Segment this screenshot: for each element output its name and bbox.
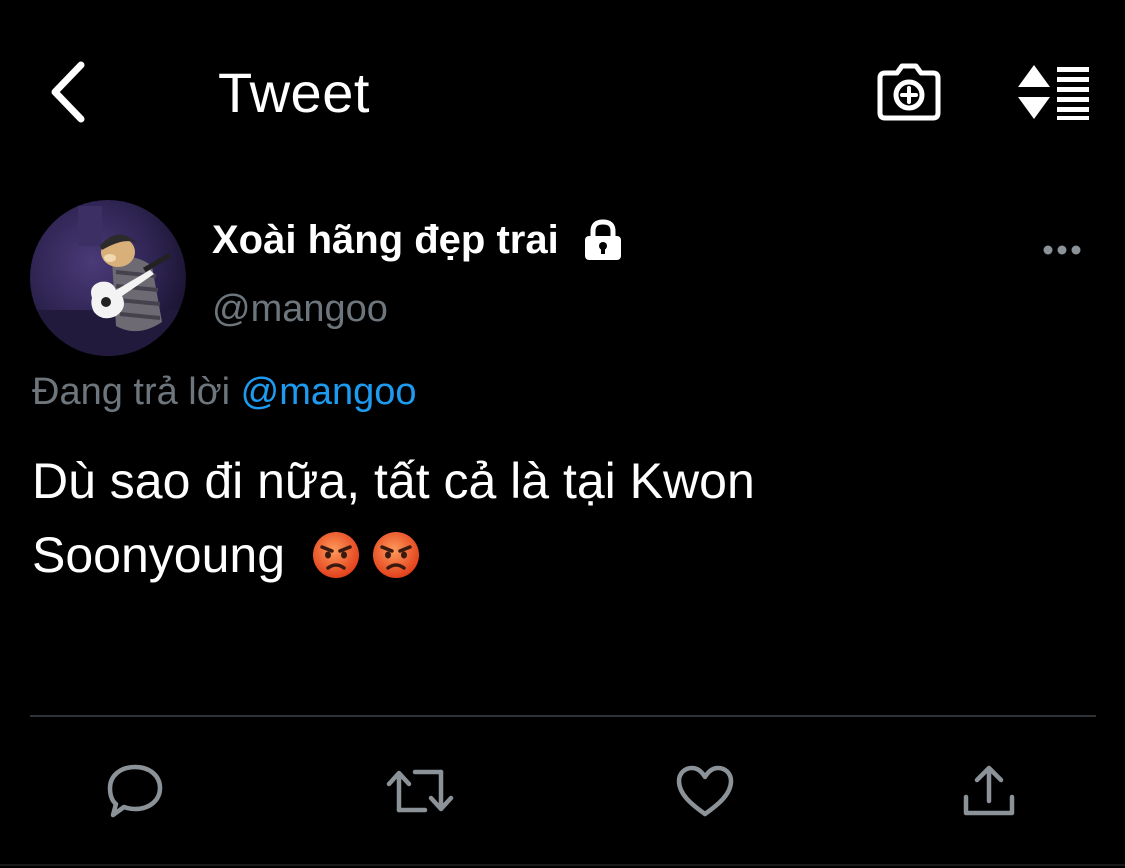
share-icon: [963, 765, 1015, 816]
angry-face-icon: [312, 532, 359, 578]
sort-button[interactable]: [1010, 58, 1096, 126]
retweet-icon: [386, 769, 454, 813]
tweet-text-line-2-words: Soonyoung: [32, 527, 286, 583]
chevron-left-icon: [51, 61, 85, 123]
back-button[interactable]: [40, 58, 96, 126]
author-display-name[interactable]: Xoài hãng đẹp trai: [212, 214, 559, 266]
bottom-divider: [0, 864, 1125, 866]
tweet-text-line-2: Soonyoung: [32, 518, 1092, 592]
retweet-button[interactable]: [385, 756, 455, 826]
author-name-row[interactable]: Xoài hãng đẹp trai: [212, 214, 625, 266]
lock-icon: [584, 219, 621, 260]
more-options-button[interactable]: [1036, 226, 1088, 274]
avatar-image: [30, 200, 186, 356]
like-button[interactable]: [670, 756, 740, 826]
reply-icon: [107, 764, 163, 818]
page-title: Tweet: [218, 61, 370, 124]
reply-prefix: Đang trả lời: [32, 371, 231, 413]
reply-mention-link[interactable]: @mangoo: [241, 371, 417, 413]
share-button[interactable]: [954, 756, 1024, 826]
tweet-text: Dù sao đi nữa, tất cả là tại Kwon Soonyo…: [32, 444, 1092, 592]
more-horizontal-icon: [1043, 245, 1081, 255]
avatar[interactable]: [30, 200, 186, 356]
divider: [30, 715, 1096, 717]
camera-add-icon: [877, 63, 941, 121]
sort-icon: [1018, 65, 1089, 120]
reply-context: Đang trả lời @mangoo: [32, 366, 417, 418]
heart-icon: [676, 765, 734, 817]
camera-button[interactable]: [872, 58, 946, 126]
author-handle[interactable]: @mangoo: [212, 284, 388, 334]
angry-face-icon: [372, 532, 419, 578]
reply-button[interactable]: [100, 756, 170, 826]
tweet-text-line-1: Dù sao đi nữa, tất cả là tại Kwon: [32, 453, 755, 509]
